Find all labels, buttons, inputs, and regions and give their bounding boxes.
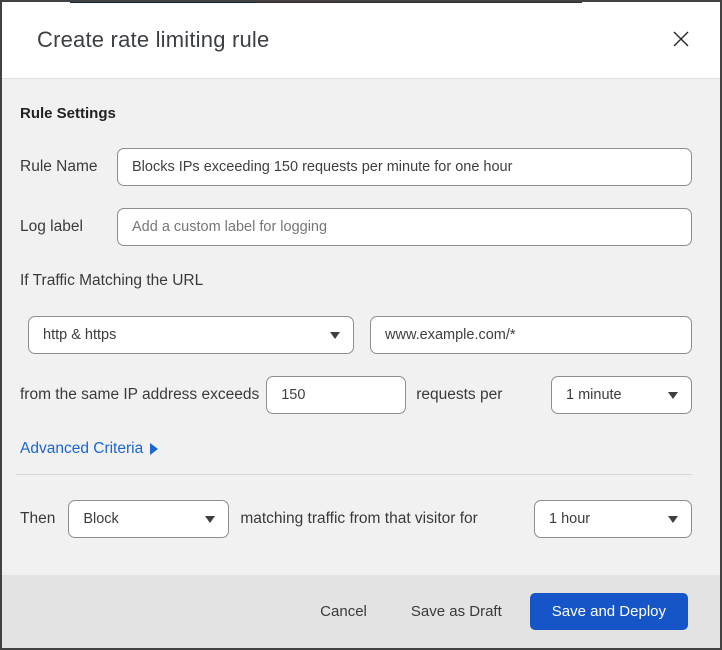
- then-row: Then Block matching traffic from that vi…: [20, 500, 692, 538]
- chevron-down-icon: [668, 516, 678, 523]
- advanced-criteria-label: Advanced Criteria: [20, 440, 144, 457]
- rule-name-input[interactable]: [117, 148, 692, 186]
- rule-name-label: Rule Name: [20, 158, 98, 175]
- close-icon: [672, 30, 690, 51]
- traffic-match-heading: If Traffic Matching the URL: [20, 272, 204, 289]
- rule-settings-heading: Rule Settings: [20, 105, 116, 122]
- dialog-title: Create rate limiting rule: [37, 27, 270, 52]
- matching-traffic-text: matching traffic from that visitor for: [240, 510, 478, 527]
- threshold-row: from the same IP address exceeds request…: [20, 376, 692, 414]
- create-rate-limiting-rule-dialog: Create rate limiting rule Rule Settings …: [0, 0, 722, 650]
- save-and-deploy-button[interactable]: Save and Deploy: [529, 593, 688, 630]
- scheme-row: http & https: [28, 316, 692, 354]
- save-as-draft-button[interactable]: Save as Draft: [401, 595, 512, 628]
- action-select[interactable]: Block: [68, 500, 230, 538]
- duration-select-value: 1 hour: [549, 511, 591, 527]
- log-label-label: Log label: [20, 218, 83, 235]
- log-label-row: Log label: [20, 208, 692, 246]
- rule-name-row: Rule Name: [20, 148, 692, 186]
- dialog-header: Create rate limiting rule: [2, 2, 720, 79]
- section-divider: [16, 474, 692, 475]
- chevron-down-icon: [330, 332, 340, 339]
- chevron-down-icon: [205, 516, 216, 523]
- close-button[interactable]: [668, 27, 694, 53]
- advanced-criteria-link[interactable]: Advanced Criteria: [20, 440, 159, 458]
- request-threshold-input[interactable]: [266, 376, 407, 414]
- url-pattern-input[interactable]: [370, 316, 692, 354]
- log-label-input[interactable]: [117, 208, 692, 246]
- threshold-text-before: from the same IP address exceeds: [20, 386, 260, 403]
- chevron-down-icon: [668, 392, 678, 399]
- dialog-footer: Cancel Save as Draft Save and Deploy: [2, 575, 720, 648]
- duration-select[interactable]: 1 hour: [534, 500, 692, 538]
- threshold-text-after: requests per: [416, 386, 503, 403]
- then-label: Then: [20, 510, 56, 527]
- period-select-value: 1 minute: [566, 387, 622, 403]
- dialog-body: Rule Settings Rule Name Log label If Tra…: [2, 79, 720, 538]
- period-select[interactable]: 1 minute: [551, 376, 692, 414]
- background-window-edge: [70, 2, 582, 3]
- scheme-select[interactable]: http & https: [28, 316, 354, 354]
- action-select-value: Block: [83, 511, 119, 527]
- scheme-select-value: http & https: [43, 327, 117, 343]
- cancel-button[interactable]: Cancel: [310, 595, 377, 628]
- arrow-right-icon: [150, 443, 159, 455]
